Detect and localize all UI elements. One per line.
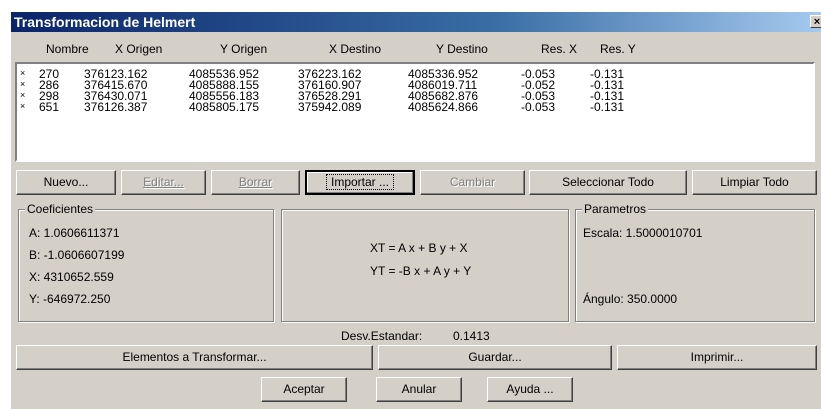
column-header-x-origen[interactable]: X Origen bbox=[115, 42, 162, 56]
ayuda-button[interactable]: Ayuda ... bbox=[487, 377, 573, 402]
row-check-icon: × bbox=[20, 101, 26, 111]
points-list[interactable]: × 270 376123.162 4085536.952 376223.162 … bbox=[15, 62, 815, 162]
seleccionar-todo-button[interactable]: Seleccionar Todo bbox=[529, 170, 687, 195]
title-bar[interactable]: Transformacion de Helmert × bbox=[11, 12, 821, 32]
formula-xt: XT = A x + B y + X bbox=[370, 241, 468, 255]
coeficientes-group: Coeficientes A: 1.0606611371 B: -1.06066… bbox=[18, 203, 274, 322]
aceptar-button-label: Aceptar bbox=[283, 382, 325, 396]
row-check-icon: × bbox=[20, 90, 26, 100]
elementos-a-transformar-button[interactable]: Elementos a Transformar... bbox=[16, 345, 373, 370]
editar-button[interactable]: Editar... bbox=[121, 170, 206, 195]
elementos-button-label: Elementos a Transformar... bbox=[122, 350, 267, 364]
column-header-x-destino[interactable]: X Destino bbox=[329, 42, 381, 56]
desv-estandar-label: Desv.Estandar: bbox=[341, 329, 423, 343]
desv-estandar-value: 0.1413 bbox=[453, 329, 490, 343]
table-row[interactable]: × 651 376126.387 4085805.175 375942.089 … bbox=[17, 100, 813, 114]
column-header-res-y[interactable]: Res. Y bbox=[600, 42, 636, 56]
guardar-button[interactable]: Guardar... bbox=[378, 345, 612, 370]
cell-x-destino: 375942.089 bbox=[298, 100, 362, 114]
importar-button-label: Importar ... bbox=[325, 174, 394, 190]
anular-button[interactable]: Anular bbox=[376, 377, 462, 402]
column-header-y-destino[interactable]: Y Destino bbox=[436, 42, 488, 56]
cell-res-y: -0.131 bbox=[590, 100, 625, 114]
close-button[interactable]: × bbox=[810, 15, 821, 28]
nuevo-button-label: Nuevo... bbox=[43, 175, 89, 189]
parametros-label: Parametros bbox=[582, 202, 649, 216]
formula-yt: YT = -B x + A y + Y bbox=[370, 264, 472, 278]
aceptar-button[interactable]: Aceptar bbox=[261, 377, 347, 402]
cell-x-origen: 376126.387 bbox=[84, 100, 148, 114]
column-header-y-origen[interactable]: Y Origen bbox=[220, 42, 267, 56]
limpiar-todo-button[interactable]: Limpiar Todo bbox=[692, 170, 817, 195]
ayuda-button-label: Ayuda ... bbox=[506, 382, 554, 396]
row-check-icon: × bbox=[20, 79, 26, 89]
imprimir-button-label: Imprimir... bbox=[690, 350, 744, 364]
coef-x: X: 4310652.559 bbox=[29, 270, 114, 284]
helmert-dialog: Transformacion de Helmert × Nombre X Ori… bbox=[10, 11, 821, 409]
cell-y-origen: 4085805.175 bbox=[189, 100, 260, 114]
window-title: Transformacion de Helmert bbox=[14, 14, 196, 30]
coeficientes-label: Coeficientes bbox=[25, 202, 96, 216]
cell-res-x: -0.053 bbox=[521, 100, 556, 114]
limpiar-todo-label: Limpiar Todo bbox=[720, 175, 789, 189]
coef-a: A: 1.0606611371 bbox=[29, 226, 120, 240]
cell-nombre: 651 bbox=[39, 100, 60, 114]
angulo-value: Ángulo: 350.0000 bbox=[583, 292, 678, 306]
guardar-button-label: Guardar... bbox=[468, 350, 522, 364]
formula-panel: XT = A x + B y + X YT = -B x + A y + Y bbox=[281, 209, 569, 322]
coef-b: B: -1.0606607199 bbox=[29, 248, 125, 262]
nuevo-button[interactable]: Nuevo... bbox=[16, 170, 116, 195]
coef-y: Y: -646972.250 bbox=[29, 292, 111, 306]
cell-y-destino: 4085624.866 bbox=[408, 100, 479, 114]
escala-value: Escala: 1.5000010701 bbox=[583, 226, 703, 240]
borrar-button[interactable]: Borrar bbox=[211, 170, 300, 195]
cambiar-button-label: Cambiar bbox=[449, 175, 496, 189]
imprimir-button[interactable]: Imprimir... bbox=[617, 345, 817, 370]
column-header-nombre[interactable]: Nombre bbox=[46, 42, 89, 56]
cambiar-button[interactable]: Cambiar bbox=[420, 170, 525, 195]
editar-button-label: Editar... bbox=[143, 175, 184, 189]
parametros-group: Parametros Escala: 1.5000010701 Ángulo: … bbox=[575, 203, 815, 322]
row-check-icon: × bbox=[20, 68, 26, 78]
column-header-res-x[interactable]: Res. X bbox=[541, 42, 577, 56]
anular-button-label: Anular bbox=[401, 382, 437, 396]
importar-button[interactable]: Importar ... bbox=[305, 170, 415, 195]
seleccionar-todo-label: Seleccionar Todo bbox=[562, 175, 654, 189]
borrar-button-label: Borrar bbox=[238, 175, 273, 189]
